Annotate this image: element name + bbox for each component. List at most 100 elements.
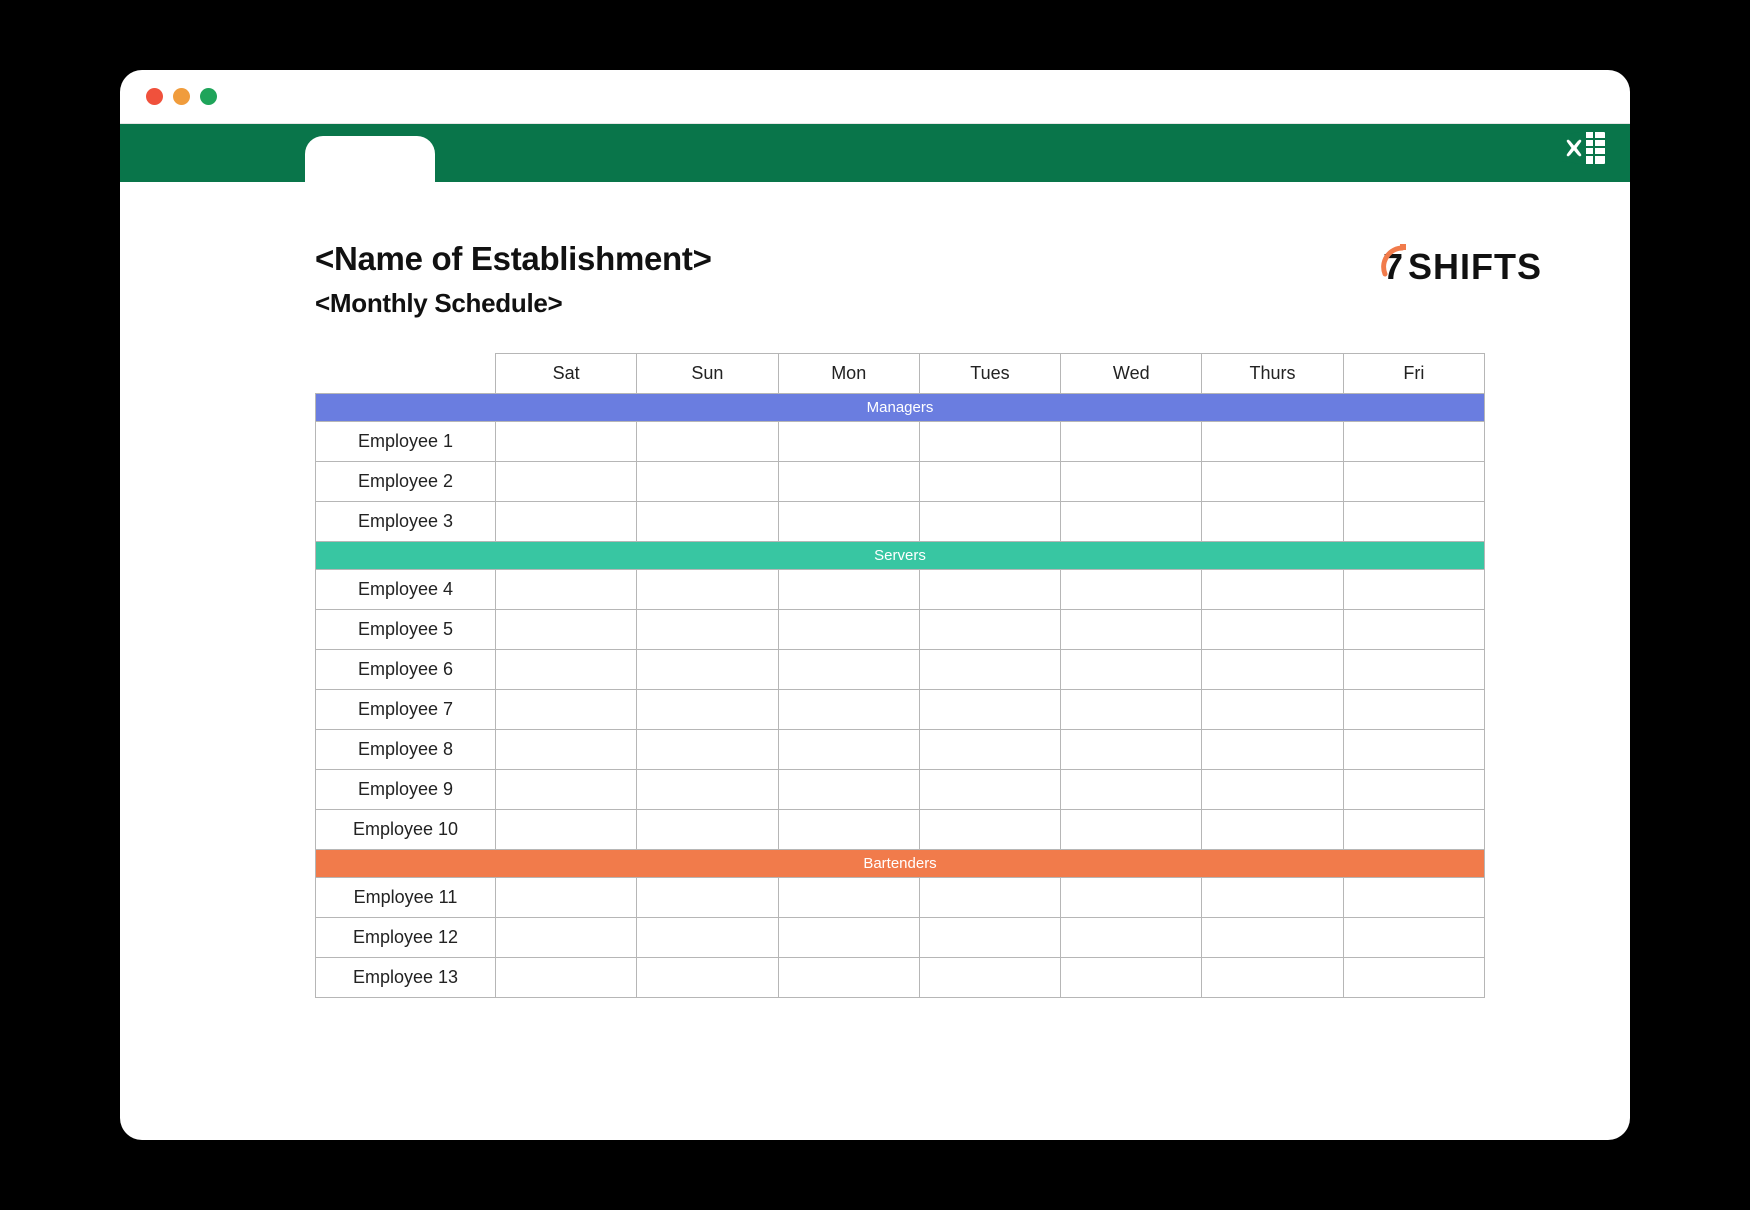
schedule-cell[interactable] [1061,610,1202,650]
day-header[interactable]: Wed [1061,354,1202,394]
schedule-cell[interactable] [1343,958,1484,998]
schedule-cell[interactable] [1202,770,1343,810]
employee-name[interactable]: Employee 7 [316,690,496,730]
schedule-cell[interactable] [919,878,1060,918]
schedule-cell[interactable] [1343,502,1484,542]
schedule-cell[interactable] [1202,730,1343,770]
schedule-cell[interactable] [1202,610,1343,650]
schedule-cell[interactable] [637,570,778,610]
schedule-cell[interactable] [637,610,778,650]
employee-name[interactable]: Employee 9 [316,770,496,810]
schedule-cell[interactable] [637,502,778,542]
schedule-cell[interactable] [1202,570,1343,610]
schedule-cell[interactable] [1061,918,1202,958]
schedule-cell[interactable] [637,730,778,770]
schedule-cell[interactable] [778,610,919,650]
schedule-cell[interactable] [637,422,778,462]
schedule-cell[interactable] [778,810,919,850]
schedule-cell[interactable] [1061,958,1202,998]
schedule-cell[interactable] [1202,502,1343,542]
schedule-cell[interactable] [1202,878,1343,918]
schedule-cell[interactable] [496,502,637,542]
schedule-cell[interactable] [1061,422,1202,462]
schedule-cell[interactable] [919,422,1060,462]
schedule-cell[interactable] [778,770,919,810]
schedule-cell[interactable] [637,810,778,850]
schedule-cell[interactable] [1061,770,1202,810]
employee-name[interactable]: Employee 10 [316,810,496,850]
schedule-cell[interactable] [637,462,778,502]
schedule-cell[interactable] [778,502,919,542]
schedule-cell[interactable] [496,918,637,958]
schedule-cell[interactable] [1202,690,1343,730]
schedule-cell[interactable] [1202,810,1343,850]
schedule-cell[interactable] [1343,422,1484,462]
schedule-subtitle[interactable]: <Monthly Schedule> [315,288,712,319]
day-header[interactable]: Thurs [1202,354,1343,394]
schedule-cell[interactable] [1202,958,1343,998]
day-header[interactable]: Sat [496,354,637,394]
schedule-cell[interactable] [496,690,637,730]
schedule-cell[interactable] [1343,770,1484,810]
schedule-cell[interactable] [919,690,1060,730]
employee-name[interactable]: Employee 13 [316,958,496,998]
schedule-cell[interactable] [919,918,1060,958]
schedule-cell[interactable] [919,770,1060,810]
schedule-cell[interactable] [778,730,919,770]
schedule-cell[interactable] [1202,918,1343,958]
schedule-cell[interactable] [496,610,637,650]
schedule-cell[interactable] [1061,502,1202,542]
employee-name[interactable]: Employee 8 [316,730,496,770]
schedule-cell[interactable] [778,422,919,462]
employee-name[interactable]: Employee 6 [316,650,496,690]
schedule-cell[interactable] [1061,878,1202,918]
schedule-cell[interactable] [1202,422,1343,462]
day-header[interactable]: Sun [637,354,778,394]
ribbon-active-tab[interactable] [305,136,435,182]
schedule-cell[interactable] [496,878,637,918]
schedule-cell[interactable] [919,810,1060,850]
schedule-cell[interactable] [496,958,637,998]
schedule-cell[interactable] [778,918,919,958]
schedule-cell[interactable] [1343,570,1484,610]
schedule-cell[interactable] [1343,730,1484,770]
day-header[interactable]: Mon [778,354,919,394]
schedule-cell[interactable] [1343,690,1484,730]
schedule-cell[interactable] [778,462,919,502]
schedule-cell[interactable] [1061,462,1202,502]
schedule-cell[interactable] [1202,462,1343,502]
schedule-cell[interactable] [1061,690,1202,730]
schedule-cell[interactable] [1343,650,1484,690]
minimize-dot[interactable] [173,88,190,105]
schedule-cell[interactable] [919,610,1060,650]
schedule-cell[interactable] [637,770,778,810]
schedule-cell[interactable] [778,650,919,690]
day-header[interactable]: Fri [1343,354,1484,394]
schedule-cell[interactable] [496,650,637,690]
schedule-cell[interactable] [1343,918,1484,958]
schedule-cell[interactable] [919,570,1060,610]
employee-name[interactable]: Employee 12 [316,918,496,958]
schedule-cell[interactable] [1061,570,1202,610]
schedule-cell[interactable] [778,878,919,918]
schedule-cell[interactable] [919,462,1060,502]
employee-name[interactable]: Employee 1 [316,422,496,462]
schedule-cell[interactable] [496,462,637,502]
employee-name[interactable]: Employee 4 [316,570,496,610]
schedule-cell[interactable] [1343,610,1484,650]
employee-name[interactable]: Employee 2 [316,462,496,502]
schedule-cell[interactable] [496,730,637,770]
schedule-cell[interactable] [1202,650,1343,690]
employee-name[interactable]: Employee 11 [316,878,496,918]
schedule-cell[interactable] [637,958,778,998]
schedule-cell[interactable] [1343,462,1484,502]
schedule-cell[interactable] [637,690,778,730]
establishment-title[interactable]: <Name of Establishment> [315,240,712,278]
schedule-cell[interactable] [1061,730,1202,770]
schedule-cell[interactable] [919,958,1060,998]
schedule-cell[interactable] [919,730,1060,770]
schedule-cell[interactable] [496,770,637,810]
employee-name[interactable]: Employee 3 [316,502,496,542]
schedule-cell[interactable] [496,570,637,610]
schedule-cell[interactable] [1061,810,1202,850]
